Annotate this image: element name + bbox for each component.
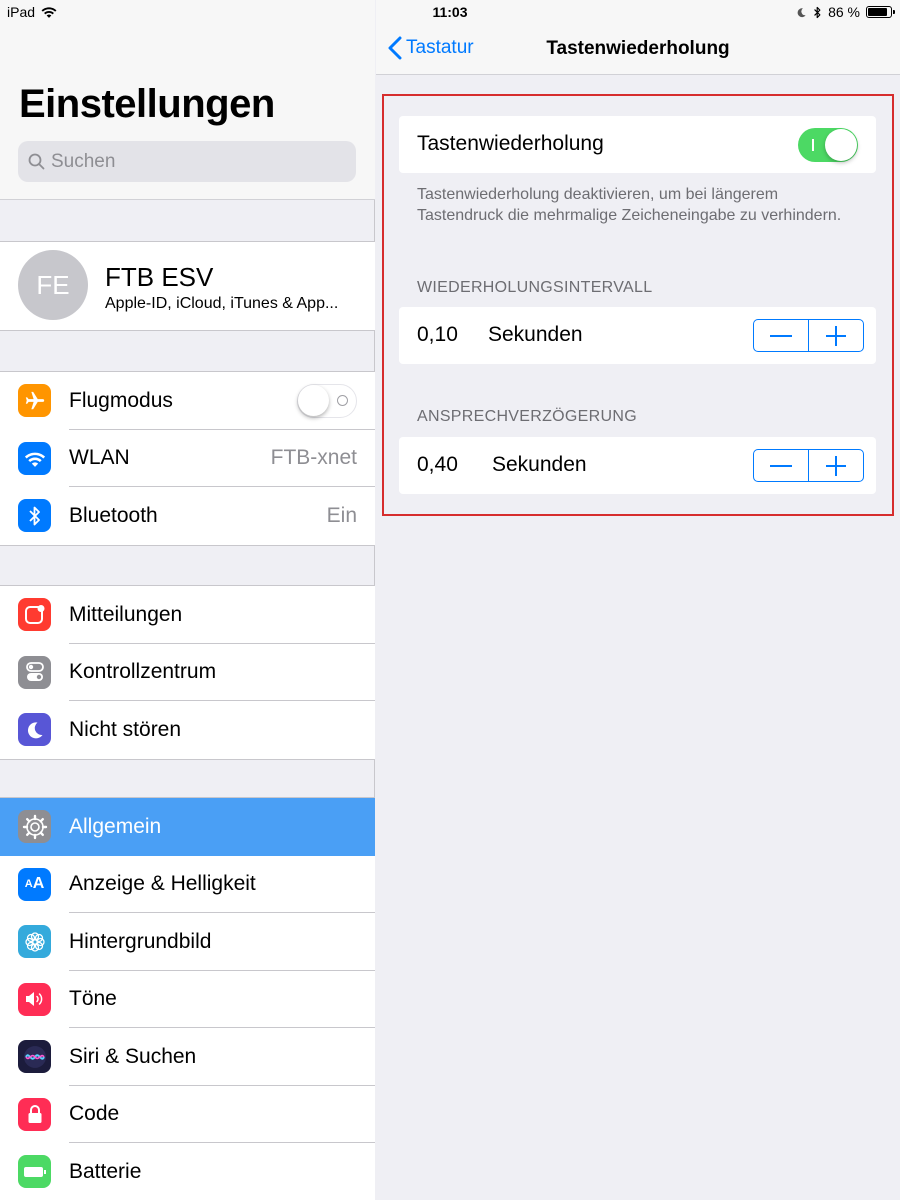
sidebar-item-toene[interactable]: Töne bbox=[0, 971, 375, 1028]
sidebar-item-label: Flugmodus bbox=[69, 388, 173, 412]
sidebar-title: Einstellungen bbox=[19, 82, 275, 126]
settings-sidebar: Einstellungen FE FTB ESV Apple-ID, iClou… bbox=[0, 0, 375, 1200]
delay-decrement-button[interactable] bbox=[754, 450, 809, 481]
airplane-mode-toggle[interactable] bbox=[297, 383, 357, 418]
sidebar-item-code[interactable]: Code bbox=[0, 1086, 375, 1143]
wallpaper-icon bbox=[18, 925, 51, 959]
airplane-icon bbox=[18, 384, 51, 418]
minus-icon bbox=[770, 464, 792, 467]
sidebar-header: Einstellungen bbox=[0, 0, 375, 200]
search-input[interactable] bbox=[51, 150, 331, 173]
bluetooth-status-value: Ein bbox=[326, 503, 357, 527]
sidebar-item-label: Anzeige & Helligkeit bbox=[69, 872, 256, 896]
bluetooth-icon bbox=[18, 499, 51, 533]
status-bar: iPad 11:03 86 % bbox=[0, 0, 900, 26]
key-repeat-footnote: Tastenwiederholung deaktivieren, um bei … bbox=[417, 186, 842, 224]
delay-section-header: ANSPRECHVERZÖGERUNG bbox=[417, 408, 637, 425]
interval-decrement-button[interactable] bbox=[754, 320, 809, 351]
page-title: Tastenwiederholung bbox=[546, 38, 730, 59]
sidebar-item-allgemein[interactable]: Allgemein bbox=[0, 798, 375, 856]
sidebar-item-anzeige[interactable]: AA Anzeige & Helligkeit bbox=[0, 856, 375, 913]
sidebar-item-label: Hintergrundbild bbox=[69, 929, 212, 953]
sidebar-item-label: Kontrollzentrum bbox=[69, 660, 217, 684]
bluetooth-status-icon bbox=[814, 6, 821, 18]
battery-percent: 86 % bbox=[828, 4, 860, 20]
interval-row: 0,10 Sekunden bbox=[399, 307, 876, 364]
sound-icon bbox=[18, 982, 51, 1016]
sidebar-item-siri[interactable]: Siri & Suchen bbox=[0, 1028, 375, 1086]
control-center-icon bbox=[18, 655, 51, 689]
lock-icon bbox=[18, 1097, 51, 1131]
interval-increment-button[interactable] bbox=[809, 320, 863, 351]
search-field[interactable] bbox=[18, 141, 356, 182]
sidebar-item-kontrollzentrum[interactable]: Kontrollzentrum bbox=[0, 644, 375, 701]
battery-status-icon bbox=[866, 6, 895, 18]
sidebar-item-hintergrundbild[interactable]: Hintergrundbild bbox=[0, 913, 375, 971]
siri-icon bbox=[18, 1040, 51, 1074]
sidebar-item-nicht-stoeren[interactable]: Nicht stören bbox=[0, 701, 375, 759]
moon-icon bbox=[18, 713, 51, 747]
sidebar-item-wlan[interactable]: WLAN FTB-xnet bbox=[0, 430, 375, 487]
interval-value: 0,10 bbox=[417, 323, 458, 346]
sidebar-item-label: Bluetooth bbox=[69, 503, 158, 527]
minus-icon bbox=[770, 334, 792, 337]
sidebar-item-mitteilungen[interactable]: Mitteilungen bbox=[0, 586, 375, 644]
sidebar-item-bluetooth[interactable]: Bluetooth Ein bbox=[0, 487, 375, 545]
delay-unit: Sekunden bbox=[492, 453, 587, 476]
moon-status-icon bbox=[797, 7, 806, 17]
delay-increment-button[interactable] bbox=[809, 450, 863, 481]
gear-icon bbox=[18, 810, 51, 844]
display-icon: AA bbox=[18, 867, 51, 901]
plus-icon bbox=[826, 325, 846, 346]
sidebar-item-flugmodus[interactable]: Flugmodus bbox=[0, 372, 375, 430]
battery-icon bbox=[18, 1155, 51, 1189]
delay-stepper[interactable] bbox=[753, 449, 864, 482]
key-repeat-toggle[interactable] bbox=[798, 128, 858, 162]
sidebar-item-label: Code bbox=[69, 1102, 120, 1126]
connectivity-group: Flugmodus WLAN FTB-xnet Bluetooth Ein bbox=[0, 371, 375, 546]
general-group: Allgemein AA Anzeige & Helligkeit Hinter… bbox=[0, 797, 375, 1200]
interval-unit: Sekunden bbox=[488, 323, 583, 346]
profile-name: FTB ESV bbox=[105, 262, 214, 292]
search-icon bbox=[28, 153, 45, 170]
key-repeat-label: Tastenwiederholung bbox=[417, 132, 604, 155]
status-time: 11:03 bbox=[432, 4, 468, 20]
sidebar-item-batterie[interactable]: Batterie bbox=[0, 1143, 375, 1200]
sidebar-item-label: Nicht stören bbox=[69, 717, 182, 741]
plus-icon bbox=[826, 455, 846, 476]
sidebar-item-label: Siri & Suchen bbox=[69, 1044, 197, 1068]
sidebar-item-label: Mitteilungen bbox=[69, 602, 183, 626]
interval-stepper[interactable] bbox=[753, 319, 864, 352]
apple-id-profile[interactable]: FE FTB ESV Apple-ID, iCloud, iTunes & Ap… bbox=[0, 241, 375, 331]
sidebar-item-label: Allgemein bbox=[69, 814, 162, 838]
sidebar-item-label: Batterie bbox=[69, 1159, 142, 1183]
delay-row: 0,40 Sekunden bbox=[399, 437, 876, 494]
avatar: FE bbox=[18, 250, 88, 320]
key-repeat-row: Tastenwiederholung bbox=[399, 116, 876, 173]
wlan-network-value: FTB-xnet bbox=[270, 446, 357, 470]
notifications-icon bbox=[18, 598, 51, 632]
detail-pane: Tastatur Tastenwiederholung Tastenwieder… bbox=[376, 0, 900, 1200]
delay-value: 0,40 bbox=[417, 453, 458, 476]
interval-section-header: WIEDERHOLUNGSINTERVALL bbox=[417, 279, 653, 296]
wifi-icon bbox=[18, 441, 51, 475]
notifications-group: Mitteilungen Kontrollzentrum Nicht störe… bbox=[0, 585, 375, 760]
sidebar-item-label: Töne bbox=[69, 987, 117, 1011]
sidebar-item-label: WLAN bbox=[69, 446, 130, 470]
profile-subtitle: Apple-ID, iCloud, iTunes & App... bbox=[105, 295, 339, 312]
